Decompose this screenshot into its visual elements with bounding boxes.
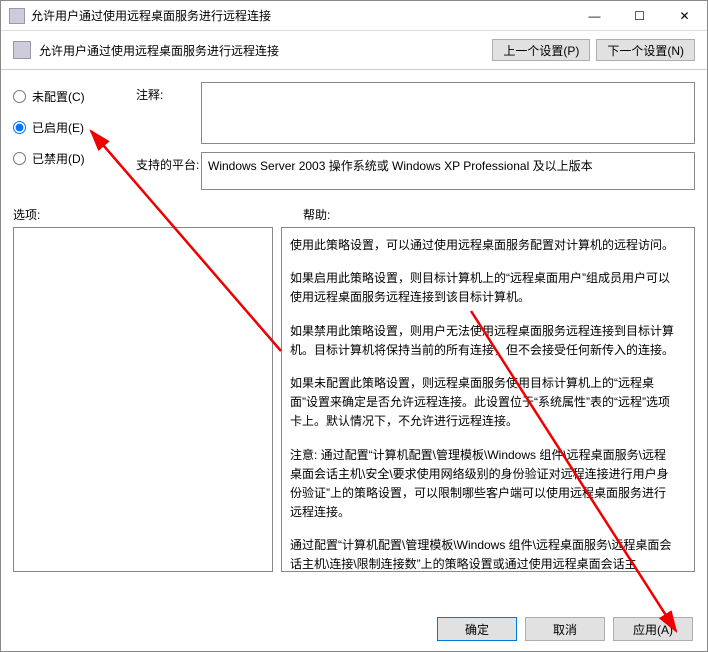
radio-enabled-input[interactable] — [13, 121, 26, 134]
radio-not-configured[interactable]: 未配置(C) — [13, 88, 128, 105]
policy-title: 允许用户通过使用远程桌面服务进行远程连接 — [39, 42, 486, 59]
radio-not-configured-label: 未配置(C) — [32, 88, 85, 105]
help-text: 注意: 通过配置“计算机配置\管理模板\Windows 组件\远程桌面服务\远程… — [290, 446, 674, 523]
next-setting-button[interactable]: 下一个设置(N) — [596, 39, 695, 61]
help-text: 如果未配置此策略设置，则远程桌面服务使用目标计算机上的“远程桌面”设置来确定是否… — [290, 374, 674, 432]
apply-button[interactable]: 应用(A) — [613, 617, 693, 641]
radio-disabled[interactable]: 已禁用(D) — [13, 150, 128, 167]
cancel-button[interactable]: 取消 — [525, 617, 605, 641]
radio-enabled-label: 已启用(E) — [32, 119, 84, 136]
app-icon — [9, 8, 25, 24]
comment-label: 注释: — [136, 82, 201, 103]
maximize-button[interactable]: ☐ — [617, 1, 662, 31]
help-label: 帮助: — [303, 206, 330, 223]
platform-label: 支持的平台: — [136, 152, 201, 173]
close-button[interactable]: ✕ — [662, 1, 707, 31]
policy-icon — [13, 41, 31, 59]
radio-not-configured-input[interactable] — [13, 90, 26, 103]
sub-header: 允许用户通过使用远程桌面服务进行远程连接 上一个设置(P) 下一个设置(N) — [1, 31, 707, 70]
comment-textarea[interactable] — [201, 82, 695, 144]
help-text: 使用此策略设置，可以通过使用远程桌面服务配置对计算机的远程访问。 — [290, 236, 674, 255]
ok-button[interactable]: 确定 — [437, 617, 517, 641]
help-text: 如果启用此策略设置，则目标计算机上的“远程桌面用户”组成员用户可以使用远程桌面服… — [290, 269, 674, 307]
radio-enabled[interactable]: 已启用(E) — [13, 119, 128, 136]
options-label: 选项: — [13, 206, 303, 223]
options-panel — [13, 227, 273, 572]
footer-buttons: 确定 取消 应用(A) — [429, 617, 693, 641]
state-radio-group: 未配置(C) 已启用(E) 已禁用(D) — [13, 82, 128, 198]
radio-disabled-input[interactable] — [13, 152, 26, 165]
help-panel[interactable]: 使用此策略设置，可以通过使用远程桌面服务配置对计算机的远程访问。 如果启用此策略… — [281, 227, 695, 572]
help-text: 通过配置“计算机配置\管理模板\Windows 组件\远程桌面服务\远程桌面会话… — [290, 536, 674, 572]
dialog-body: 未配置(C) 已启用(E) 已禁用(D) 注释: 支持的平台: — [1, 70, 707, 584]
titlebar: 允许用户通过使用远程桌面服务进行远程连接 — ☐ ✕ — [1, 1, 707, 31]
window-root: 允许用户通过使用远程桌面服务进行远程连接 — ☐ ✕ 允许用户通过使用远程桌面服… — [0, 0, 708, 652]
window-controls: — ☐ ✕ — [572, 1, 707, 31]
window-title: 允许用户通过使用远程桌面服务进行远程连接 — [31, 7, 572, 24]
minimize-button[interactable]: — — [572, 1, 617, 31]
help-text: 如果禁用此策略设置，则用户无法使用远程桌面服务远程连接到目标计算机。目标计算机将… — [290, 322, 674, 360]
radio-disabled-label: 已禁用(D) — [32, 150, 85, 167]
previous-setting-button[interactable]: 上一个设置(P) — [492, 39, 590, 61]
platform-box: Windows Server 2003 操作系统或 Windows XP Pro… — [201, 152, 695, 190]
